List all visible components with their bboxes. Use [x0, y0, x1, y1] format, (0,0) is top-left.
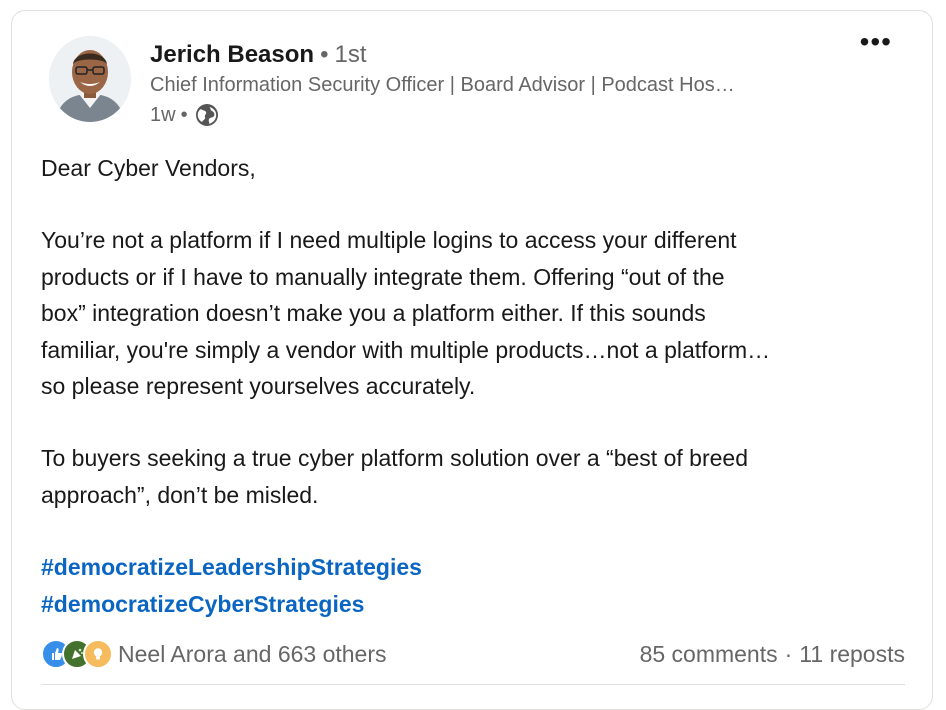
reposts-count[interactable]: 11 reposts — [799, 641, 905, 668]
insightful-icon — [83, 639, 113, 669]
post-body: Dear Cyber Vendors, You’re not a platfor… — [41, 150, 911, 623]
post-greeting: Dear Cyber Vendors, — [41, 155, 256, 181]
hashtag-link[interactable]: #democratizeLeadershipStrategies — [41, 549, 911, 586]
connection-degree: 1st — [334, 41, 367, 68]
author-headline: Chief Information Security Officer | Boa… — [150, 74, 735, 96]
post-meta: 1w • — [150, 103, 219, 127]
reactions-text[interactable]: Neel Arora and 663 others — [118, 641, 387, 668]
post-paragraph-2: To buyers seeking a true cyber platform … — [41, 445, 748, 508]
comments-count[interactable]: 85 comments — [640, 641, 778, 668]
globe-icon — [195, 103, 219, 127]
post-time: 1w — [150, 103, 176, 126]
divider — [41, 684, 905, 685]
social-counts-bar: Neel Arora and 663 others 85 comments · … — [41, 636, 905, 672]
reactions-summary[interactable]: Neel Arora and 663 others — [41, 639, 387, 669]
hashtag-link[interactable]: #democratizeCyberStrategies — [41, 586, 911, 623]
engagement-counts: 85 comments · 11 reposts — [640, 641, 905, 668]
separator-dot: · — [784, 640, 793, 667]
more-options-icon[interactable]: ••• — [860, 28, 892, 56]
author-name[interactable]: Jerich Beason — [150, 41, 314, 68]
author-name-row: Jerich Beason • 1st — [150, 40, 367, 70]
separator-dot: • — [320, 41, 329, 68]
separator-dot: • — [180, 103, 188, 126]
post-paragraph-1: You’re not a platform if I need multiple… — [41, 227, 771, 400]
author-avatar[interactable] — [49, 36, 131, 122]
